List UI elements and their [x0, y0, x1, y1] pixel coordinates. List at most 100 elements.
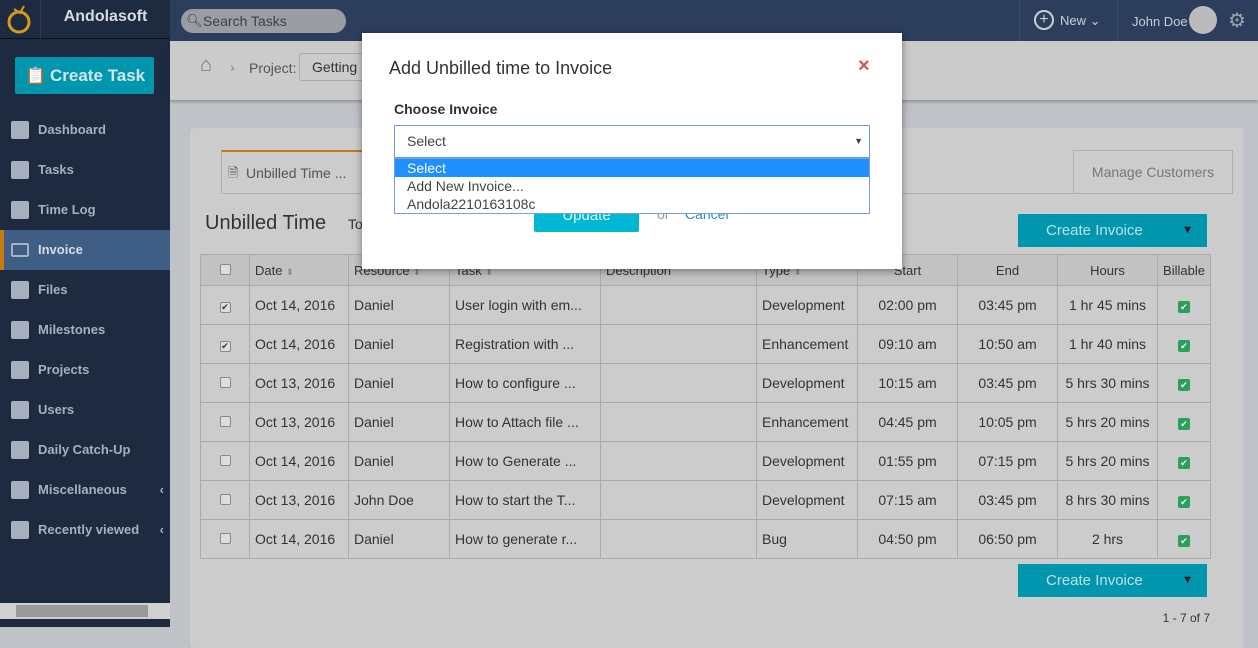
sidebar-item-invoice[interactable]: Invoice — [0, 230, 170, 270]
cell-task: How to generate r... — [449, 519, 601, 559]
cell-description — [600, 480, 757, 520]
sidebar-item-time-log[interactable]: Time Log — [0, 190, 170, 230]
project-label: Project: — [249, 60, 297, 76]
cell-task: How to Attach file ... — [449, 402, 601, 442]
sidebar-item-milestones[interactable]: Milestones — [0, 310, 170, 350]
sidebar-item-projects[interactable]: Projects — [0, 350, 170, 390]
plus-circle-icon: + — [1034, 10, 1054, 30]
search-input[interactable]: 🔍︎ Search Tasks — [181, 9, 346, 33]
cell-end: 03:45 pm — [957, 363, 1058, 403]
row-checkbox[interactable]: ✔ — [219, 341, 231, 352]
bell-icon — [11, 441, 29, 459]
search-placeholder: Search Tasks — [203, 13, 287, 29]
new-button[interactable]: + New ⌄ — [1019, 0, 1118, 41]
invoice-option[interactable]: Add New Invoice... — [395, 177, 869, 195]
billable-check-icon[interactable]: ✔ — [1178, 340, 1190, 352]
row-checkbox[interactable] — [219, 416, 231, 427]
cell-start: 04:50 pm — [857, 519, 958, 559]
row-checkbox[interactable] — [219, 533, 231, 544]
caret-down-icon[interactable]: ▼ — [1182, 564, 1193, 597]
sidebar-item-label: Users — [38, 402, 75, 417]
home-icon[interactable]: ⌂ — [200, 54, 212, 77]
caret-down-icon[interactable]: ▼ — [1182, 214, 1193, 247]
pagination-info: 1 - 7 of 7 — [1162, 611, 1210, 625]
cell-description — [600, 519, 757, 559]
cell-hours: 5 hrs 20 mins — [1057, 441, 1158, 481]
horizontal-scrollbar[interactable] — [0, 603, 170, 619]
gear-icon[interactable]: ⚙ — [1228, 8, 1246, 33]
cell-start: 04:45 pm — [857, 402, 958, 442]
header-label: End — [995, 262, 1020, 278]
column-header-hours: Hours — [1057, 254, 1158, 286]
row-select-cell — [200, 441, 250, 481]
invoice-option[interactable]: Andola2210163108c — [395, 195, 869, 213]
sidebar-item-daily-catch-up[interactable]: Daily Catch-Up — [0, 430, 170, 470]
cell-type: Development — [756, 441, 858, 481]
eye-icon — [11, 521, 29, 539]
billable-check-icon[interactable]: ✔ — [1178, 457, 1190, 469]
cell-resource: Daniel — [348, 324, 450, 364]
chevron-left-icon[interactable]: ‹ — [160, 510, 164, 550]
cell-task: How to start the T... — [449, 480, 601, 520]
cell-billable: ✔ — [1157, 402, 1211, 442]
create-invoice-button[interactable]: Create Invoice ▼ — [1018, 214, 1207, 247]
billable-check-icon[interactable]: ✔ — [1178, 496, 1190, 508]
row-checkbox[interactable]: ✔ — [219, 302, 231, 313]
cell-description — [600, 285, 757, 325]
tab-unbilled-time[interactable]: 🗎 Unbilled Time ... — [221, 150, 371, 194]
user-icon — [11, 401, 29, 419]
avatar[interactable] — [1189, 6, 1217, 34]
table-row: Oct 13, 2016 Daniel How to Attach file ...… — [200, 402, 1211, 442]
new-label: New — [1060, 13, 1087, 28]
cell-task: Registration with ... — [449, 324, 601, 364]
billable-check-icon[interactable]: ✔ — [1178, 379, 1190, 391]
user-name[interactable]: John Doe — [1132, 0, 1188, 43]
dashboard-icon — [11, 121, 29, 139]
row-checkbox[interactable] — [219, 377, 231, 388]
sidebar-item-tasks[interactable]: Tasks — [0, 150, 170, 190]
create-task-button[interactable]: 📋 Create Task — [15, 57, 154, 94]
chevron-left-icon[interactable]: ‹ — [160, 470, 164, 510]
row-select-cell: ✔ — [200, 324, 250, 364]
tab-manage-customers[interactable]: Manage Customers — [1073, 150, 1233, 194]
cell-type: Development — [756, 285, 858, 325]
logo[interactable] — [0, 0, 41, 39]
create-task-label: Create Task — [50, 66, 146, 85]
billable-check-icon[interactable]: ✔ — [1178, 418, 1190, 430]
table-row: ✔ Oct 14, 2016 Daniel User login with em...… — [200, 285, 1211, 325]
column-header-date[interactable]: Date ⬍ — [249, 254, 349, 286]
brand-name[interactable]: Andolasoft — [41, 0, 170, 39]
table-row: Oct 14, 2016 Daniel How to generate r... Bu… — [200, 519, 1211, 559]
project-select[interactable]: Getting — [299, 53, 369, 81]
close-icon[interactable]: × — [858, 55, 870, 78]
sidebar-item-label: Files — [38, 282, 68, 297]
cell-task: User login with em... — [449, 285, 601, 325]
table-row: ✔ Oct 14, 2016 Daniel Registration with ...… — [200, 324, 1211, 364]
cell-billable: ✔ — [1157, 324, 1211, 364]
select-all-checkbox[interactable] — [219, 263, 231, 275]
sidebar-item-dashboard[interactable]: Dashboard — [0, 110, 170, 150]
create-invoice-button-bottom[interactable]: Create Invoice ▼ — [1018, 564, 1207, 597]
cell-resource: Daniel — [348, 441, 450, 481]
cell-date: Oct 14, 2016 — [249, 285, 349, 325]
row-checkbox[interactable] — [219, 455, 231, 466]
sidebar-item-files[interactable]: Files — [0, 270, 170, 310]
invoice-icon — [11, 243, 29, 257]
choose-invoice-label: Choose Invoice — [394, 101, 498, 117]
cell-hours: 1 hr 40 mins — [1057, 324, 1158, 364]
billable-check-icon[interactable]: ✔ — [1178, 535, 1190, 547]
sidebar-item-miscellaneous[interactable]: Miscellaneous ‹ — [0, 470, 170, 510]
sidebar-item-recently-viewed[interactable]: Recently viewed ‹ — [0, 510, 170, 550]
row-checkbox[interactable] — [219, 494, 231, 505]
sidebar-item-label: Projects — [38, 362, 90, 377]
sidebar-item-users[interactable]: Users — [0, 390, 170, 430]
cell-end: 06:50 pm — [957, 519, 1058, 559]
invoice-option[interactable]: Select — [395, 159, 869, 177]
cell-resource: Daniel — [348, 519, 450, 559]
grid-icon — [11, 321, 29, 339]
cell-billable: ✔ — [1157, 285, 1211, 325]
cell-type: Enhancement — [756, 324, 858, 364]
billable-check-icon[interactable]: ✔ — [1178, 301, 1190, 313]
invoice-select[interactable]: Select ▼ — [394, 125, 870, 158]
cell-end: 03:45 pm — [957, 285, 1058, 325]
